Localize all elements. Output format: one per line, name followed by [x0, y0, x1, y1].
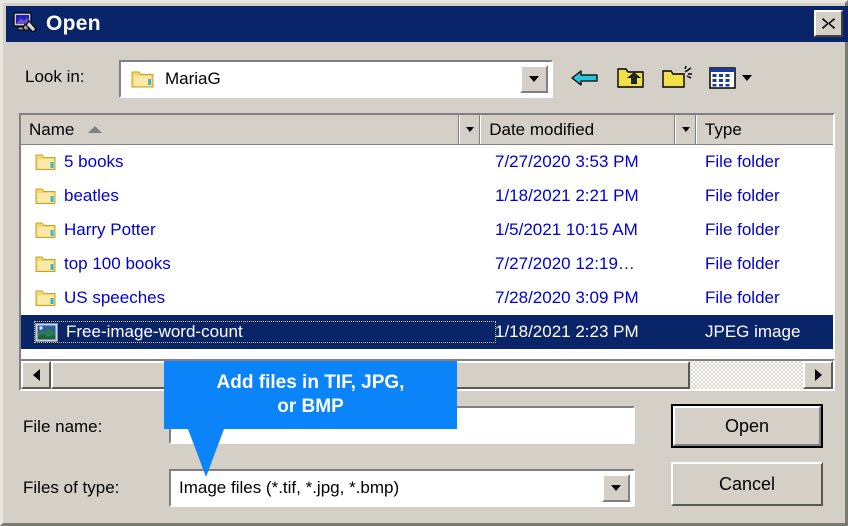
callout-line-1: Add files in TIF, JPG,: [216, 371, 405, 393]
callout-tooltip: Add files in TIF, JPG, or BMP: [164, 361, 457, 429]
file-type-cell: File folder: [705, 288, 780, 307]
column-header-type-label: Type: [704, 119, 742, 139]
table-row[interactable]: US speeches 7/28/2020 3:09 PM File folder: [21, 281, 833, 315]
file-name-cell: Free-image-word-count: [34, 321, 496, 343]
image-thumbnail-icon: [35, 322, 58, 342]
folder-icon: [35, 153, 56, 171]
files-of-type-combobox[interactable]: Image files (*.tif, *.jpg, *.bmp): [169, 469, 635, 507]
scroll-left-icon: [32, 369, 40, 381]
folder-icon: [35, 289, 56, 307]
column-header-name-label: Name: [29, 119, 75, 139]
open-button-label: Open: [673, 406, 821, 446]
new-folder-icon: [662, 66, 692, 88]
file-type-cell: File folder: [705, 186, 780, 205]
folder-icon: [131, 69, 155, 89]
file-name-text: beatles: [64, 186, 119, 205]
file-name-label: File name:: [23, 417, 103, 436]
file-name-text: Free-image-word-count: [66, 322, 243, 341]
file-rows: 5 books 7/27/2020 3:53 PM File folder beatl…: [21, 145, 833, 349]
file-type-cell: File folder: [705, 220, 780, 239]
sort-ascending-icon: [88, 126, 103, 133]
computer-open-icon: [12, 11, 38, 37]
close-icon: [822, 18, 835, 29]
table-row[interactable]: beatles 1/18/2021 2:21 PM File folder: [21, 179, 833, 213]
file-name-cell: 5 books: [35, 152, 495, 172]
back-button[interactable]: [567, 61, 603, 95]
title-bar: Open: [6, 6, 848, 42]
column-header-type[interactable]: Type: [696, 115, 833, 144]
views-button[interactable]: [705, 61, 755, 95]
look-in-label: Look in:: [25, 67, 85, 86]
file-list: Name Date modified Type 5 books 7/27/2020…: [19, 113, 835, 391]
file-name-text: 5 books: [64, 152, 124, 171]
back-arrow-icon: [571, 70, 598, 86]
cancel-button[interactable]: Cancel: [671, 462, 823, 506]
column-header-name[interactable]: Name: [21, 115, 460, 144]
callout-line-2: or BMP: [277, 396, 344, 417]
close-button[interactable]: [814, 10, 843, 37]
look-in-dropdown-button[interactable]: [520, 65, 548, 93]
window-title: Open: [46, 12, 101, 35]
callout-pointer: [188, 429, 224, 477]
file-date-cell: 7/28/2020 3:09 PM: [495, 288, 639, 307]
chevron-down-icon: [529, 76, 539, 82]
file-name-cell: Harry Potter: [35, 220, 495, 240]
table-row[interactable]: Free-image-word-count 1/18/2021 2:23 PM JP…: [21, 315, 833, 349]
scroll-right-icon: [814, 369, 822, 381]
table-row[interactable]: Harry Potter 1/5/2021 10:15 AM File folder: [21, 213, 833, 247]
views-icon: [708, 67, 736, 89]
file-date-cell: 1/18/2021 2:21 PM: [495, 186, 639, 205]
open-file-dialog: Open Look in: MariaG Name Date modified …: [0, 0, 848, 526]
file-name-text: Harry Potter: [64, 220, 156, 239]
scroll-right-button[interactable]: [803, 361, 833, 389]
files-of-type-label: Files of type:: [23, 478, 120, 497]
column-filter-name-button[interactable]: [459, 115, 482, 144]
table-row[interactable]: 5 books 7/27/2020 3:53 PM File folder: [21, 145, 833, 179]
file-name-text: US speeches: [64, 288, 166, 307]
files-of-type-value: Image files (*.tif, *.jpg, *.bmp): [179, 478, 400, 497]
chevron-down-icon: [681, 127, 690, 132]
look-in-value: MariaG: [165, 69, 221, 88]
folder-icon: [35, 187, 56, 205]
files-of-type-dropdown-button[interactable]: [602, 474, 630, 502]
chevron-down-icon: [466, 127, 475, 132]
file-type-cell: File folder: [705, 254, 780, 273]
file-name-cell: beatles: [35, 186, 495, 206]
up-one-level-button[interactable]: [613, 61, 649, 95]
folder-icon: [35, 221, 56, 239]
file-name-text: top 100 books: [64, 254, 171, 273]
file-date-cell: 1/18/2021 2:23 PM: [495, 322, 639, 341]
up-one-level-icon: [617, 68, 644, 88]
file-type-cell: JPEG image: [705, 322, 801, 341]
column-filter-date-button[interactable]: [675, 115, 697, 144]
folder-icon: [35, 255, 56, 273]
file-name-cell: US speeches: [35, 288, 495, 308]
cancel-button-label: Cancel: [718, 473, 776, 494]
look-in-combobox[interactable]: MariaG: [119, 60, 553, 98]
chevron-down-icon: [611, 485, 621, 491]
chevron-down-icon[interactable]: [741, 75, 752, 81]
file-date-cell: 1/5/2021 10:15 AM: [495, 220, 638, 239]
scroll-left-button[interactable]: [21, 361, 51, 389]
column-headers: Name Date modified Type: [21, 115, 833, 145]
file-date-cell: 7/27/2020 3:53 PM: [495, 152, 639, 171]
column-header-date-modified[interactable]: Date modified: [481, 115, 676, 144]
file-name-cell: top 100 books: [35, 254, 495, 274]
new-folder-button[interactable]: [659, 61, 695, 95]
table-row[interactable]: top 100 books 7/27/2020 12:19… File folder: [21, 247, 833, 281]
file-type-cell: File folder: [705, 152, 780, 171]
file-date-cell: 7/27/2020 12:19…: [495, 254, 635, 273]
open-button[interactable]: Open: [671, 404, 823, 448]
column-header-date-label: Date modified: [489, 119, 595, 139]
